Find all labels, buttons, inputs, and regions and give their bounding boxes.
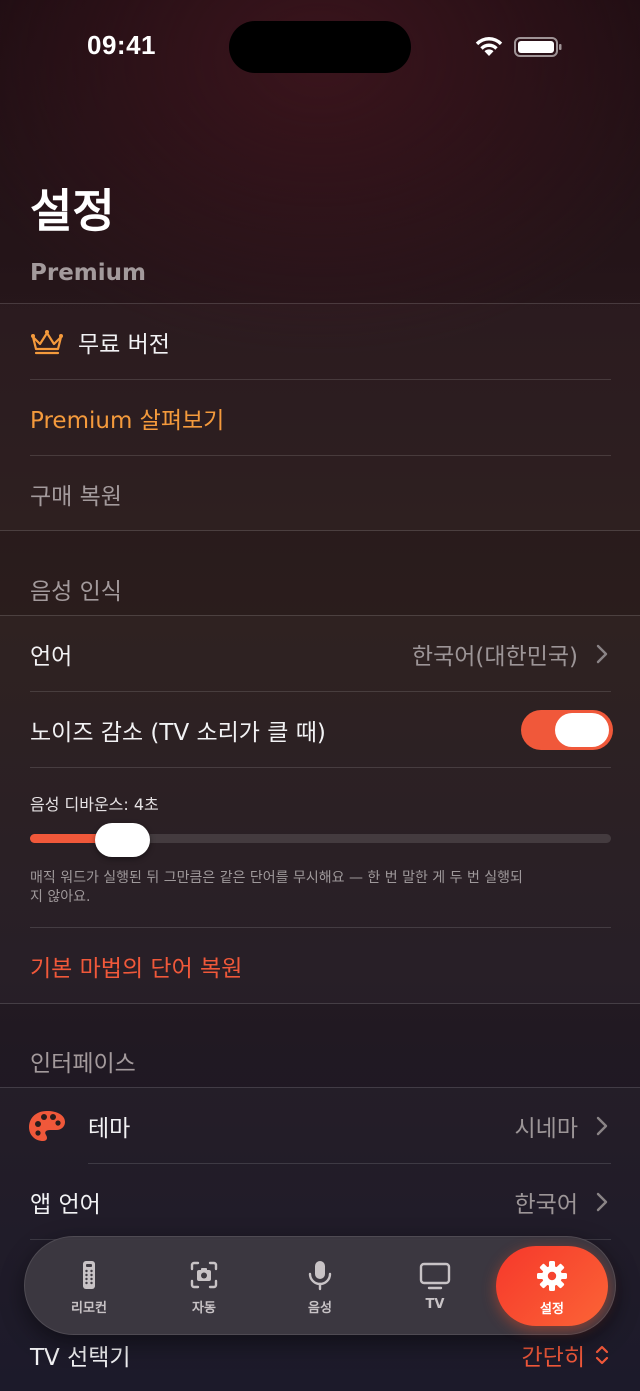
tv-icon (419, 1262, 451, 1290)
free-version-row: 무료 버전 (0, 304, 640, 380)
tab-label: 설정 (540, 1302, 564, 1317)
debounce-note: 매직 워드가 실행된 뒤 그만큼은 같은 단어를 무시해요 — 한 번 말한 게… (30, 870, 523, 905)
restore-magic-words-row[interactable]: 기본 마법의 단어 복원 (0, 928, 640, 1004)
tab-settings[interactable]: 설정 (496, 1246, 608, 1326)
chevron-right-icon (596, 1192, 608, 1212)
theme-row[interactable]: 테마 시네마 (0, 1088, 640, 1164)
tab-auto[interactable]: 자동 (149, 1237, 259, 1336)
status-time: 09:41 (87, 30, 156, 60)
tab-label: 음성 (308, 1301, 332, 1316)
app-language-row[interactable]: 앱 언어 한국어 (0, 1164, 640, 1240)
language-label: 언어 (30, 644, 73, 670)
premium-group: 무료 버전 Premium 살펴보기 구매 복원 (0, 303, 640, 531)
palette-icon (29, 1111, 65, 1141)
restore-purchase-link[interactable]: 구매 복원 (30, 477, 122, 511)
gear-icon (537, 1261, 567, 1291)
section-header-interface: 인터페이스 (30, 1051, 136, 1077)
restore-magic-words-button[interactable]: 기본 마법의 단어 복원 (30, 949, 242, 983)
chevron-up-down-icon (595, 1345, 609, 1365)
dynamic-island (229, 21, 411, 73)
tab-bar: 리모컨 자동 음성 TV 설정 (24, 1236, 616, 1335)
restore-purchase-row[interactable]: 구매 복원 (0, 456, 640, 532)
tab-remote[interactable]: 리모컨 (34, 1237, 144, 1336)
tv-selector-value[interactable]: 간단히 (522, 1338, 585, 1372)
microphone-icon (308, 1261, 332, 1291)
camera-scan-icon (190, 1261, 218, 1289)
theme-label: 테마 (88, 1116, 131, 1142)
chevron-right-icon (596, 1116, 608, 1136)
chevron-right-icon (596, 644, 608, 664)
debounce-label: 음성 디바운스: 4초 (30, 795, 159, 814)
section-header-voice: 음성 인식 (30, 579, 122, 605)
slider-thumb[interactable] (95, 823, 151, 857)
noise-reduction-label: 노이즈 감소 (TV 소리가 클 때) (30, 720, 326, 746)
noise-reduction-toggle[interactable] (521, 710, 613, 750)
tab-label: 리모컨 (71, 1301, 107, 1316)
language-row[interactable]: 언어 한국어(대한민국) (0, 616, 640, 692)
status-bar: 09:41 (0, 0, 640, 96)
voice-group: 언어 한국어(대한민국) 노이즈 감소 (TV 소리가 클 때) 음성 디바운스… (0, 615, 640, 1004)
tab-voice[interactable]: 음성 (265, 1237, 375, 1336)
tab-label: TV (425, 1297, 445, 1312)
tv-selector-label: TV 선택기 (30, 1345, 131, 1371)
divider (30, 767, 611, 768)
toggle-knob (555, 713, 609, 747)
app-language-value: 한국어 (514, 1192, 578, 1218)
wifi-icon (475, 36, 503, 56)
explore-premium-link[interactable]: Premium 살펴보기 (30, 401, 224, 435)
free-version-label: 무료 버전 (78, 332, 170, 358)
remote-icon (83, 1261, 95, 1289)
explore-premium-row[interactable]: Premium 살펴보기 (0, 380, 640, 456)
noise-reduction-row: 노이즈 감소 (TV 소리가 클 때) (0, 692, 640, 768)
tab-tv[interactable]: TV (380, 1237, 490, 1336)
section-header-premium: Premium (30, 260, 146, 286)
app-language-label: 앱 언어 (30, 1192, 101, 1218)
theme-value: 시네마 (514, 1116, 578, 1142)
tab-label: 자동 (192, 1301, 216, 1316)
battery-icon (514, 37, 562, 57)
language-value: 한국어(대한민국) (411, 644, 578, 670)
page-title: 설정 (30, 184, 115, 238)
crown-icon (31, 330, 63, 355)
